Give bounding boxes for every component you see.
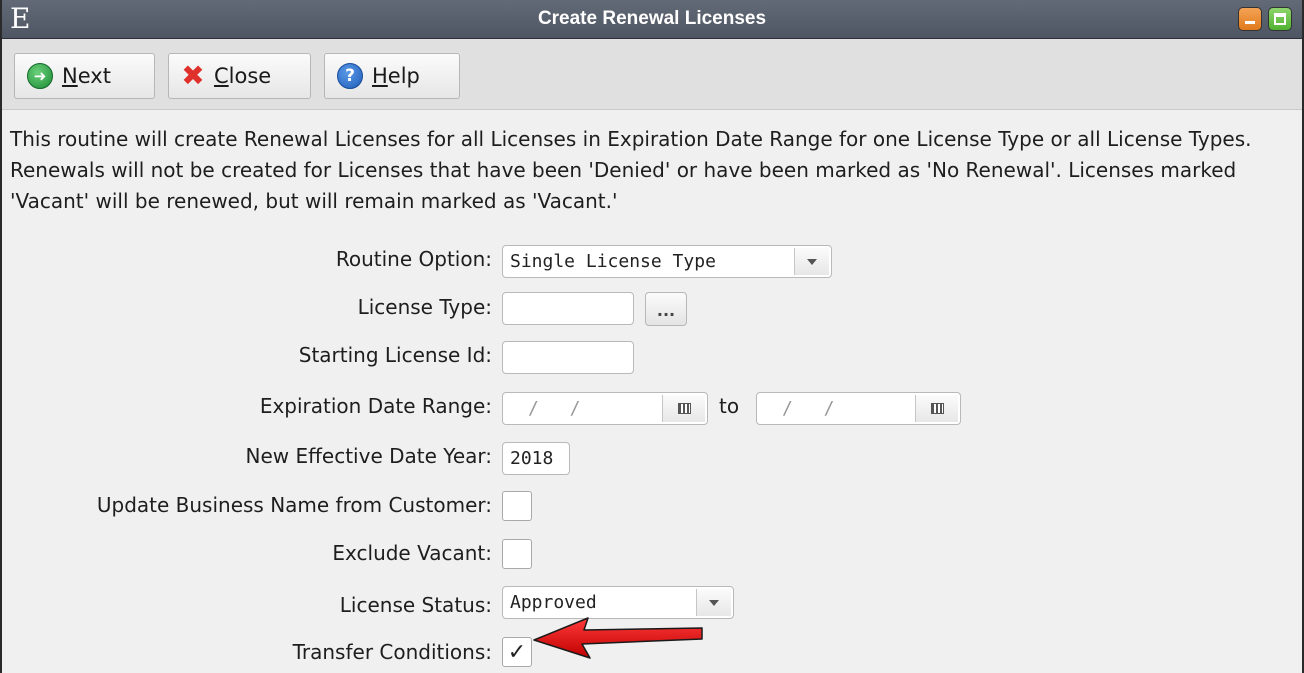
create-renewal-licenses-window: E Create Renewal Licenses ➜ Next ✖ Close… [0,0,1304,673]
transfer-conditions-checkbox[interactable]: ✓ [502,637,532,667]
update-business-name-checkbox[interactable] [502,491,532,521]
title-bar: E Create Renewal Licenses [2,0,1302,39]
toolbar: ➜ Next ✖ Close ? Help [2,39,1302,110]
annotation-arrow-icon [533,617,703,659]
license-type-input[interactable] [502,292,634,325]
routine-description: This routine will create Renewal License… [10,127,1252,213]
starting-license-id-label: Starting License Id: [298,343,492,367]
close-x-icon: ✖ [181,59,205,92]
help-question-icon: ? [337,63,363,89]
calendar-icon[interactable] [662,395,705,422]
routine-option-value: Single License Type [510,251,716,272]
expiration-date-to-value: / / [782,398,845,419]
exclude-vacant-label: Exclude Vacant: [332,541,492,565]
minimize-button[interactable] [1238,7,1262,31]
expiration-date-to-input[interactable]: / / [756,392,961,425]
help-button-label: Help [372,64,420,88]
date-range-to-label: to [719,394,740,418]
close-button[interactable]: ✖ Close [168,53,311,99]
transfer-conditions-label: Transfer Conditions: [292,640,492,664]
new-effective-date-year-input[interactable]: 2018 [502,442,570,475]
close-button-label: Close [214,64,272,88]
calendar-icon[interactable] [915,395,958,422]
exclude-vacant-checkbox[interactable] [502,539,532,569]
new-effective-date-year-label: New Effective Date Year: [245,444,492,468]
next-button-label: Next [62,64,111,88]
license-type-lookup-button[interactable]: ... [645,292,687,326]
expiration-date-range-label: Expiration Date Range: [259,394,492,418]
license-type-label: License Type: [357,295,492,319]
check-mark-icon: ✓ [507,639,527,665]
expiration-date-from-value: / / [528,398,591,419]
help-button[interactable]: ? Help [324,53,460,99]
chevron-down-icon[interactable] [794,248,829,275]
routine-option-select[interactable]: Single License Type [502,245,832,278]
routine-option-label: Routine Option: [335,247,492,271]
maximize-button[interactable] [1268,7,1292,31]
update-business-name-label: Update Business Name from Customer: [96,493,492,517]
expiration-date-from-input[interactable]: / / [502,392,708,425]
next-arrow-icon: ➜ [27,63,53,89]
next-button[interactable]: ➜ Next [14,53,155,99]
window-title: Create Renewal Licenses [537,8,767,29]
starting-license-id-input[interactable] [502,341,634,374]
license-status-label: License Status: [339,593,492,617]
